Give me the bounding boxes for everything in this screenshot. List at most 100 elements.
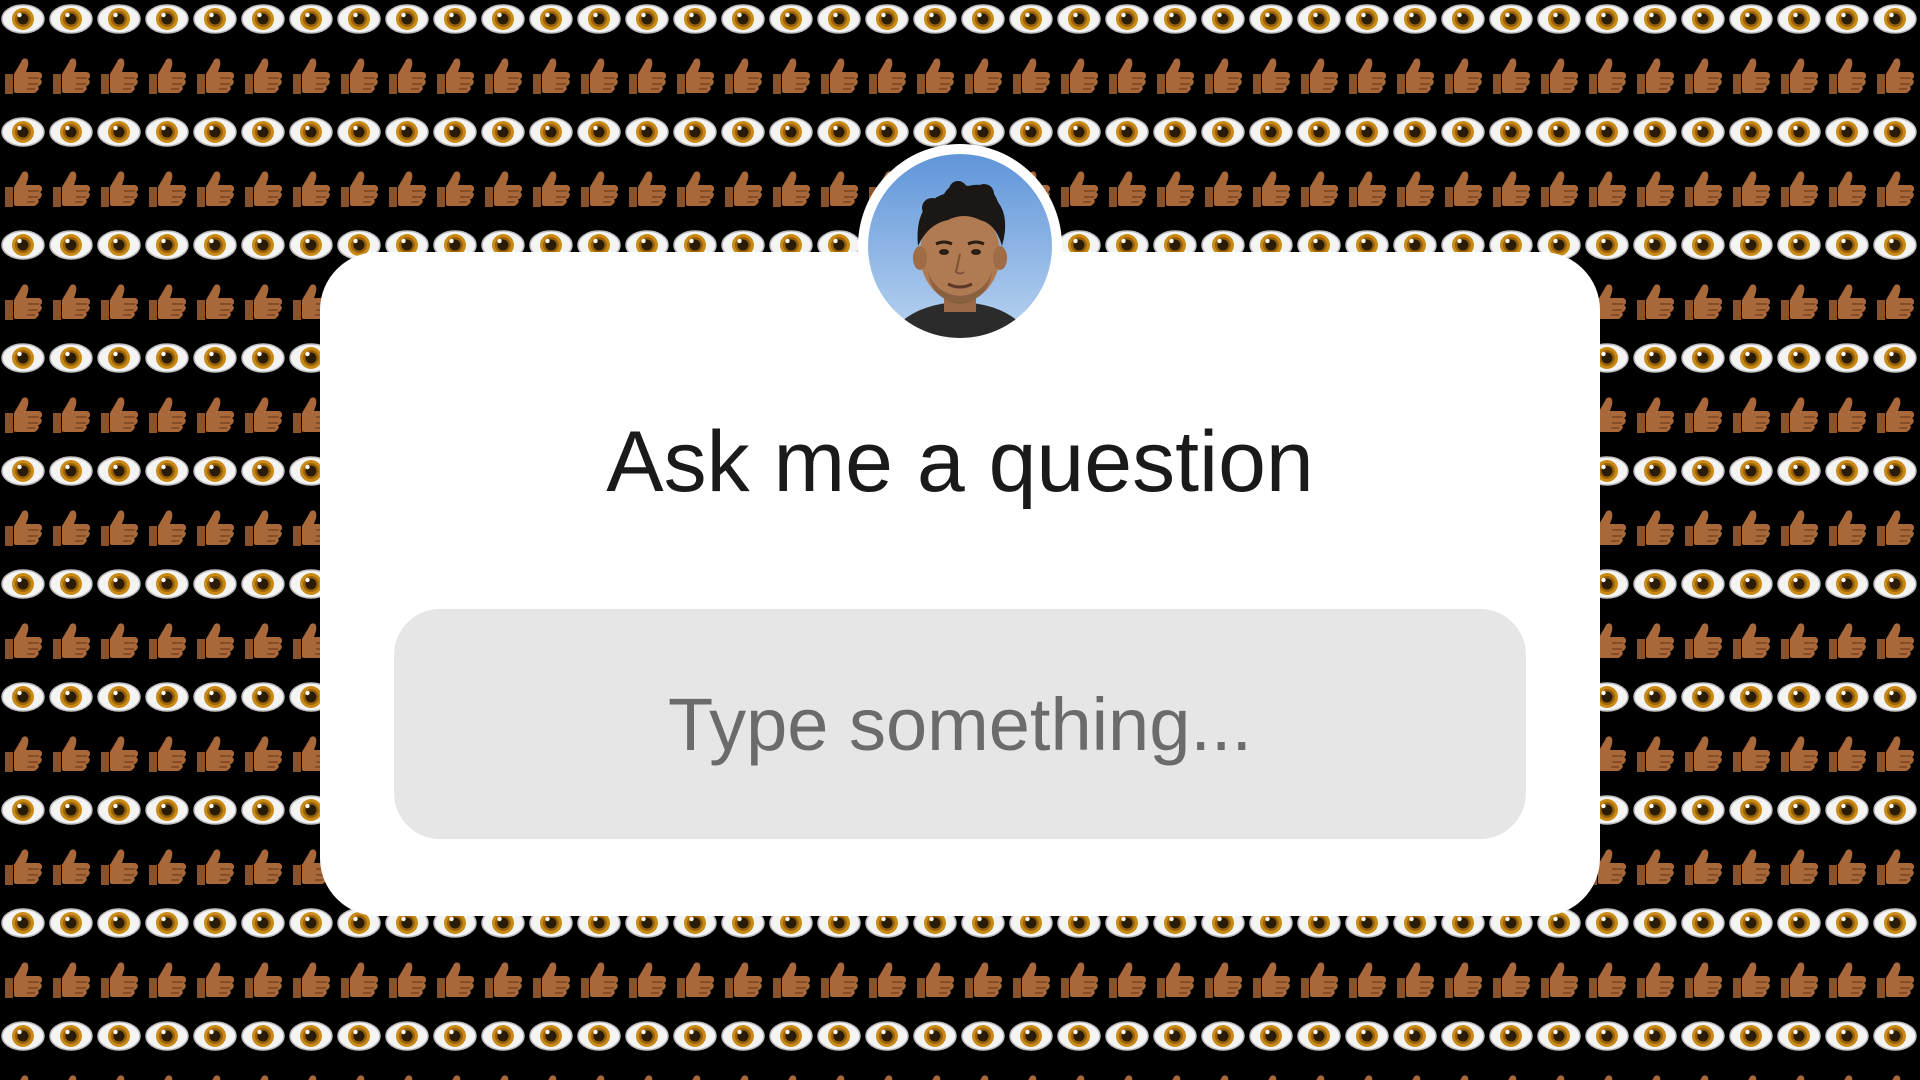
eye-icon: [1585, 1021, 1629, 1051]
thumbs-up-icon: [1828, 1074, 1867, 1080]
thumbs-up-icon: [1300, 57, 1339, 95]
eye-icon: [673, 4, 717, 34]
profile-photo: [868, 154, 1052, 338]
thumbs-up-icon: [1684, 848, 1723, 886]
thumbs-up-icon: [148, 509, 187, 547]
eye-icon: [1, 569, 45, 599]
eye-icon: [1825, 682, 1869, 712]
eye-icon: [145, 117, 189, 147]
thumbs-up-icon: [196, 961, 235, 999]
eye-icon: [1009, 1021, 1053, 1051]
thumbs-up-icon: [148, 735, 187, 773]
thumbs-up-icon: [1876, 283, 1915, 321]
eye-icon: [1441, 4, 1485, 34]
thumbs-up-icon: [100, 283, 139, 321]
eye-icon: [1201, 1021, 1245, 1051]
question-sticker-card[interactable]: Ask me a question Type something...: [320, 252, 1600, 916]
eye-icon: [337, 117, 381, 147]
eye-icon: [193, 569, 237, 599]
eye-icon: [865, 117, 909, 147]
thumbs-up-icon: [1492, 961, 1531, 999]
thumbs-up-icon: [1732, 509, 1771, 547]
eye-icon: [193, 1021, 237, 1051]
eye-icon: [1873, 1021, 1917, 1051]
eye-icon: [385, 4, 429, 34]
eye-icon: [97, 117, 141, 147]
eye-icon: [1681, 456, 1725, 486]
thumbs-up-icon: [1012, 57, 1051, 95]
eye-icon: [337, 1021, 381, 1051]
eye-icon: [1825, 117, 1869, 147]
thumbs-up-icon: [196, 735, 235, 773]
eye-icon: [1873, 908, 1917, 938]
answer-input-field[interactable]: Type something...: [394, 609, 1526, 839]
eye-icon: [625, 117, 669, 147]
eye-icon: [49, 908, 93, 938]
eye-icon: [145, 4, 189, 34]
eye-icon: [337, 4, 381, 34]
thumbs-up-icon: [1732, 396, 1771, 434]
eye-icon: [1729, 117, 1773, 147]
eye-icon: [1009, 4, 1053, 34]
thumbs-up-icon: [1012, 961, 1051, 999]
thumbs-up-icon: [244, 735, 283, 773]
thumbs-up-icon: [52, 396, 91, 434]
eye-icon: [1585, 117, 1629, 147]
thumbs-up-icon: [244, 622, 283, 660]
eye-icon: [1105, 117, 1149, 147]
thumbs-up-icon: [196, 283, 235, 321]
thumbs-up-icon: [532, 57, 571, 95]
thumbs-up-icon: [244, 170, 283, 208]
thumbs-up-icon: [196, 509, 235, 547]
eye-icon: [385, 117, 429, 147]
thumbs-up-icon: [1684, 1074, 1723, 1080]
eye-icon: [1, 1021, 45, 1051]
thumbs-up-icon: [1540, 170, 1579, 208]
thumbs-up-icon: [100, 735, 139, 773]
eye-icon: [1393, 4, 1437, 34]
eye-icon: [673, 117, 717, 147]
thumbs-up-icon: [1636, 961, 1675, 999]
eye-icon: [241, 1021, 285, 1051]
eye-icon: [241, 569, 285, 599]
eye-icon: [1201, 117, 1245, 147]
eye-icon: [1633, 4, 1677, 34]
eye-icon: [1825, 230, 1869, 260]
thumbs-up-icon: [772, 1074, 811, 1080]
thumbs-up-icon: [1876, 735, 1915, 773]
thumbs-up-icon: [100, 396, 139, 434]
eye-icon: [1729, 682, 1773, 712]
thumbs-up-icon: [4, 170, 43, 208]
eye-icon: [1729, 343, 1773, 373]
eye-icon: [193, 795, 237, 825]
eye-icon: [1009, 117, 1053, 147]
eye-icon: [1537, 117, 1581, 147]
thumbs-up-icon: [532, 961, 571, 999]
thumbs-up-icon: [724, 57, 763, 95]
eye-icon: [769, 117, 813, 147]
eye-icon: [1825, 343, 1869, 373]
eye-icon: [1681, 4, 1725, 34]
thumbs-up-icon: [1828, 961, 1867, 999]
eye-icon: [1777, 569, 1821, 599]
thumbs-up-icon: [292, 57, 331, 95]
eye-icon: [1057, 1021, 1101, 1051]
eye-icon: [913, 117, 957, 147]
eye-icon: [769, 4, 813, 34]
thumbs-up-icon: [1732, 1074, 1771, 1080]
thumbs-up-icon: [1300, 961, 1339, 999]
eye-icon: [1777, 4, 1821, 34]
eye-icon: [1873, 795, 1917, 825]
thumbs-up-icon: [1684, 509, 1723, 547]
thumbs-up-icon: [52, 170, 91, 208]
eye-icon: [1441, 117, 1485, 147]
thumbs-up-icon: [1348, 961, 1387, 999]
thumbs-up-icon: [1444, 961, 1483, 999]
eye-icon: [1633, 456, 1677, 486]
eye-icon: [1777, 456, 1821, 486]
thumbs-up-icon: [1396, 170, 1435, 208]
eye-icon: [481, 117, 525, 147]
thumbs-up-icon: [1060, 57, 1099, 95]
eye-icon: [1681, 343, 1725, 373]
eye-icon: [1249, 4, 1293, 34]
